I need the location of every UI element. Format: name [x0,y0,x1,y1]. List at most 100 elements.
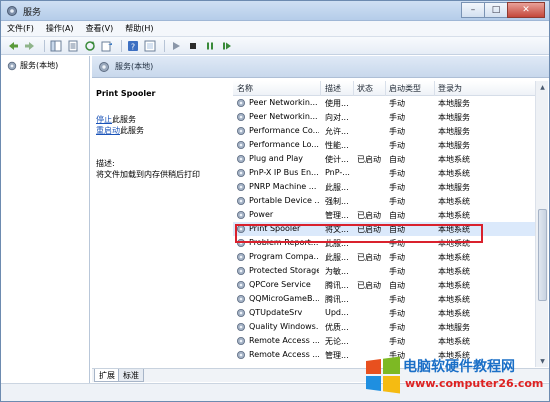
pane-header: 服务(本地) [92,56,549,78]
cell-startup-type: 手动 [389,183,405,192]
service-gear-icon [237,155,245,163]
table-row[interactable]: QPCore Service 腾讯... 已启动 自动 本地系统 [233,278,535,292]
cell-log-on-as: 本地服务 [438,141,470,150]
services-gear-icon [99,61,109,72]
column-header-description[interactable]: 描述 [325,83,341,94]
cell-log-on-as: 本地服务 [438,183,470,192]
menu-help[interactable]: 帮助(H) [125,23,153,34]
table-row[interactable]: Quality Windows... 优质... 手动 本地服务 [233,320,535,334]
column-divider[interactable] [320,81,321,96]
export-icon[interactable] [100,39,114,53]
column-divider[interactable] [434,81,435,96]
cell-log-on-as: 本地系统 [438,211,470,220]
watermark-title: 电脑软硬件教程网 [403,359,515,375]
table-row[interactable]: Remote Access ... 无论... 手动 本地系统 [233,334,535,348]
selected-service-name: Print Spooler [96,89,156,98]
toolbar-separator [164,39,165,52]
service-gear-icon [237,197,245,205]
tab-extended[interactable]: 扩展 [94,369,120,382]
cell-name: QQMicroGameB... [249,294,319,303]
cell-log-on-as: 本地系统 [438,295,470,304]
service-gear-icon [237,169,245,177]
back-arrow-icon[interactable] [6,39,20,53]
services-gear-icon [7,6,17,16]
menu-bar: 文件(F) 操作(A) 查看(V) 帮助(H) [1,21,549,37]
menu-view[interactable]: 查看(V) [86,23,114,34]
refresh-icon[interactable] [83,39,97,53]
table-row[interactable]: Peer Networkin... 向对... 手动 本地服务 [233,110,535,124]
cell-log-on-as: 本地服务 [438,99,470,108]
column-header-startup-type[interactable]: 启动类型 [389,83,421,94]
table-row[interactable]: QTUpdateSrv Upd... 手动 本地系统 [233,306,535,320]
pause-icon[interactable] [203,39,217,53]
cell-status: 已启动 [357,211,381,220]
close-button[interactable]: ✕ [507,2,545,18]
cell-startup-type: 手动 [389,141,405,150]
forward-arrow-icon[interactable] [23,39,37,53]
tree-item-services-local[interactable]: 服务(本地) [7,60,58,71]
cell-log-on-as: 本地服务 [438,323,470,332]
column-header-log-on-as[interactable]: 登录为 [438,83,462,94]
scroll-thumb[interactable] [538,209,547,301]
console-tree-icon[interactable] [49,39,63,53]
play-icon[interactable] [169,39,183,53]
table-row[interactable]: Protected Storage 为敏... 手动 本地系统 [233,264,535,278]
stop-service-link[interactable]: 停止 [96,115,112,124]
description-text: 将文件加载到内存供稍后打印 [96,170,200,179]
scroll-up-icon[interactable]: ▲ [536,81,549,93]
cell-startup-type: 手动 [389,295,405,304]
stop-service-suffix: 此服务 [112,115,136,124]
tree-item-label: 服务(本地) [20,61,59,70]
cell-description: 使用... [325,99,349,108]
watermark: 电脑软硬件教程网 www.computer26.com [361,353,549,401]
cell-log-on-as: 本地系统 [438,309,470,318]
cell-description: Upd... [325,308,349,317]
table-row[interactable]: PNRP Machine ... 此服... 手动 本地服务 [233,180,535,194]
table-row[interactable]: PnP-X IP Bus En... PnP-... 手动 本地系统 [233,166,535,180]
table-row[interactable]: Portable Device ... 强制... 手动 本地系统 [233,194,535,208]
minimize-button[interactable]: – [461,2,485,18]
cell-description: 管理... [325,351,349,360]
cell-description: 向对... [325,113,349,122]
window-controls: – □ ✕ [461,2,545,19]
selection-highlight-box [235,224,483,243]
cell-startup-type: 手动 [389,267,405,276]
properties-icon[interactable] [66,39,80,53]
cell-log-on-as: 本地系统 [438,253,470,262]
table-row[interactable]: Performance Co... 允许... 手动 本地服务 [233,124,535,138]
maximize-button[interactable]: □ [484,2,508,18]
menu-action[interactable]: 操作(A) [46,23,74,34]
table-row[interactable]: QQMicroGameB... 腾讯... 手动 本地系统 [233,292,535,306]
table-row[interactable]: Plug and Play 使计... 已启动 自动 本地系统 [233,152,535,166]
column-header-name[interactable]: 名称 [237,83,253,94]
column-header-status[interactable]: 状态 [357,83,373,94]
cell-name: Portable Device ... [249,196,319,205]
service-gear-icon [237,323,245,331]
tab-standard[interactable]: 标准 [118,369,144,382]
cell-startup-type: 自动 [389,281,405,290]
table-row[interactable]: Program Compa... 此服... 已启动 手动 本地系统 [233,250,535,264]
column-divider[interactable] [385,81,386,96]
service-gear-icon [237,127,245,135]
vertical-scrollbar[interactable]: ▲ ▼ [535,81,548,367]
title-bar[interactable]: 服务 – □ ✕ [1,1,549,21]
table-row[interactable]: Power 管理... 已启动 自动 本地系统 [233,208,535,222]
cell-startup-type: 手动 [389,197,405,206]
cell-description: 管理... [325,211,349,220]
help-icon[interactable]: ? [126,39,140,53]
pane-header-title: 服务(本地) [115,62,154,71]
cell-status: 已启动 [357,155,381,164]
restart-icon[interactable] [220,39,234,53]
view-icon[interactable] [143,39,157,53]
restart-service-link[interactable]: 重启动 [96,126,120,135]
services-window: 服务 – □ ✕ 文件(F) 操作(A) 查看(V) 帮助(H) ? 服务(本地… [0,0,550,402]
table-row[interactable]: Performance Lo... 性能... 手动 本地服务 [233,138,535,152]
stop-icon[interactable] [186,39,200,53]
cell-log-on-as: 本地系统 [438,267,470,276]
column-divider[interactable] [353,81,354,96]
cell-description: 腾讯... [325,281,349,290]
window-title: 服务 [23,8,42,18]
table-row[interactable]: Peer Networkin... 使用... 手动 本地服务 [233,96,535,110]
cell-description: PnP-... [325,168,350,177]
menu-file[interactable]: 文件(F) [7,23,34,34]
